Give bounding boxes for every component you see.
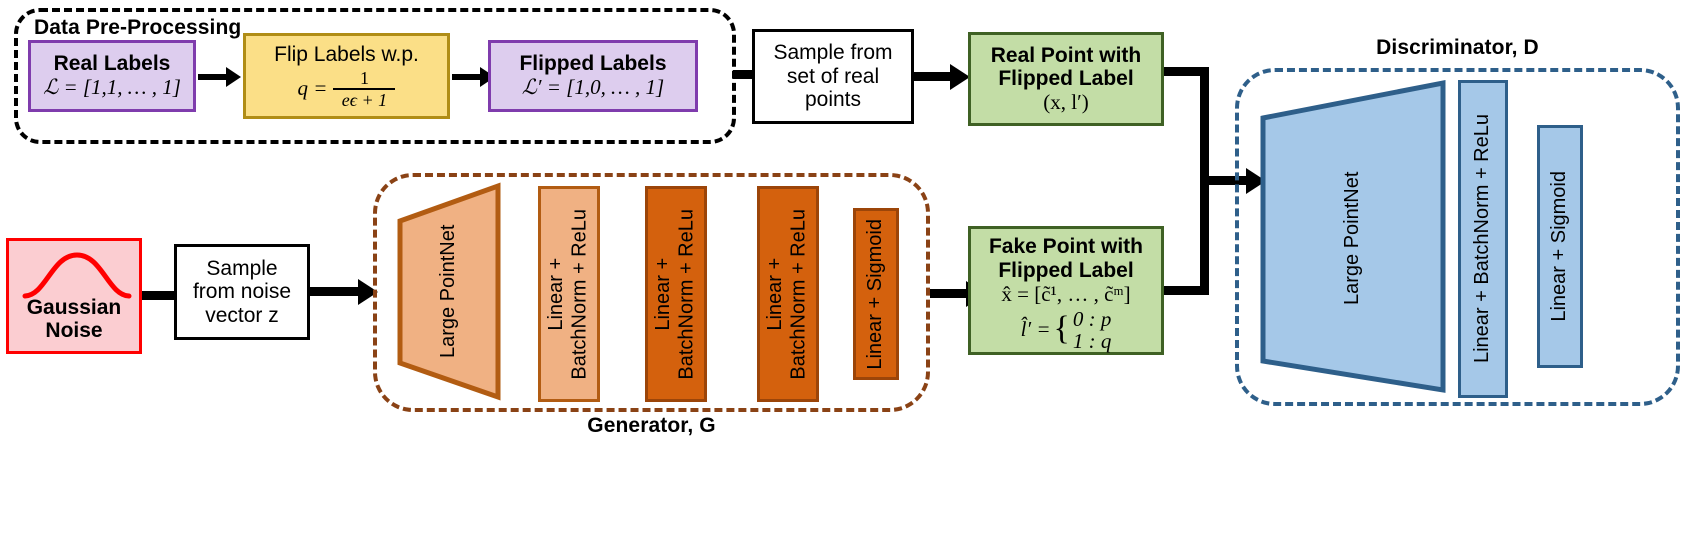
generator-block-linear-bn-relu-1-label: Linear + BatchNorm + ReLu <box>545 208 591 380</box>
sample-noise-line3: vector z <box>205 303 279 327</box>
arrow-real-to-flip <box>198 67 242 87</box>
real-point-line1: Real Point with <box>990 43 1142 67</box>
generator-block-linear-bn-relu-3: Linear + BatchNorm + ReLu <box>757 186 819 402</box>
sample-real-line1: Sample from <box>773 41 893 65</box>
arrow-sample-to-realpoint <box>914 63 974 91</box>
discriminator-block-large-pointnet-label: Large PointNet <box>1341 171 1364 305</box>
generator-block-linear-bn-relu-2-label: Linear + BatchNorm + ReLu <box>652 208 698 380</box>
real-point-line2: Flipped Label <box>998 67 1134 91</box>
flipped-labels-title: Flipped Labels <box>519 52 667 76</box>
flip-labels-title: Flip Labels w.p. <box>274 43 419 67</box>
generator-block-linear-bn-relu-1: Linear + BatchNorm + ReLu <box>538 186 600 402</box>
block-fake-point: Fake Point with Flipped Label x̂ = [c̃¹,… <box>968 226 1164 355</box>
gaussian-noise-line2: Noise <box>45 319 103 343</box>
flip-formula-numerator: 1 <box>359 67 369 88</box>
group-title-generator: Generator, G <box>587 414 716 437</box>
real-point-formula: (x, l′) <box>1043 89 1089 114</box>
real-labels-formula: ℒ = [1,1, … , 1] <box>43 75 181 99</box>
generator-block-linear-sigmoid: Linear + Sigmoid <box>853 208 899 380</box>
flipped-labels-formula: ℒ′ = [1,0, … , 1] <box>521 75 665 99</box>
flip-formula-lhs: q = <box>297 75 328 100</box>
block-gaussian-noise: Gaussian Noise <box>6 238 142 354</box>
real-labels-title: Real Labels <box>53 52 171 76</box>
fake-point-brace: { <box>1053 310 1070 348</box>
sample-noise-line1: Sample <box>206 256 278 280</box>
generator-block-linear-bn-relu-2: Linear + BatchNorm + ReLu <box>645 186 707 402</box>
discriminator-block-large-pointnet: Large PointNet <box>1258 78 1448 398</box>
sample-real-line3: points <box>804 88 862 112</box>
fake-point-line2: Flipped Label <box>998 258 1134 282</box>
diagram-canvas: Data Pre-Processing Real Labels ℒ = [1,1… <box>0 0 1708 536</box>
fake-point-case-0: 0 : p <box>1072 306 1112 331</box>
fake-point-formula-x: x̂ = [c̃¹, … , c̃ᵐ] <box>1001 282 1131 307</box>
flip-formula-denominator: eϵ + 1 <box>341 89 388 110</box>
discriminator-block-linear-bn-relu-label: Linear + BatchNorm + ReLu <box>1471 114 1494 364</box>
sample-real-line2: set of real <box>786 64 880 88</box>
arrow-noise-to-sample <box>142 287 178 305</box>
fake-point-formula-l-lhs: l̂′ = <box>1020 316 1051 341</box>
block-flip-labels: Flip Labels w.p. q = 1 eϵ + 1 <box>243 33 450 119</box>
generator-block-large-pointnet-label: Large PointNet <box>437 224 460 359</box>
block-sample-real-points: Sample from set of real points <box>752 29 914 124</box>
block-sample-noise-vector: Sample from noise vector z <box>174 244 310 340</box>
discriminator-block-linear-sigmoid: Linear + Sigmoid <box>1537 125 1583 368</box>
generator-block-large-pointnet: Large PointNet <box>395 181 503 402</box>
sample-noise-line2: from noise <box>192 280 292 304</box>
fake-point-line1: Fake Point with <box>988 235 1143 258</box>
generator-block-linear-bn-relu-3-label: Linear + BatchNorm + ReLu <box>764 208 810 380</box>
gaussian-curve-icon <box>22 252 132 299</box>
fake-point-case-1: 1 : q <box>1072 328 1112 353</box>
block-real-point: Real Point with Flipped Label (x, l′) <box>968 32 1164 126</box>
generator-block-linear-sigmoid-label: Linear + Sigmoid <box>864 218 887 370</box>
discriminator-block-linear-sigmoid-label: Linear + Sigmoid <box>1548 171 1571 322</box>
group-title-discriminator: Discriminator, D <box>1376 36 1539 59</box>
discriminator-block-linear-bn-relu: Linear + BatchNorm + ReLu <box>1458 80 1508 398</box>
block-flipped-labels: Flipped Labels ℒ′ = [1,0, … , 1] <box>488 40 698 112</box>
block-real-labels: Real Labels ℒ = [1,1, … , 1] <box>28 40 196 112</box>
arrow-samplenoise-to-generator <box>310 278 380 306</box>
